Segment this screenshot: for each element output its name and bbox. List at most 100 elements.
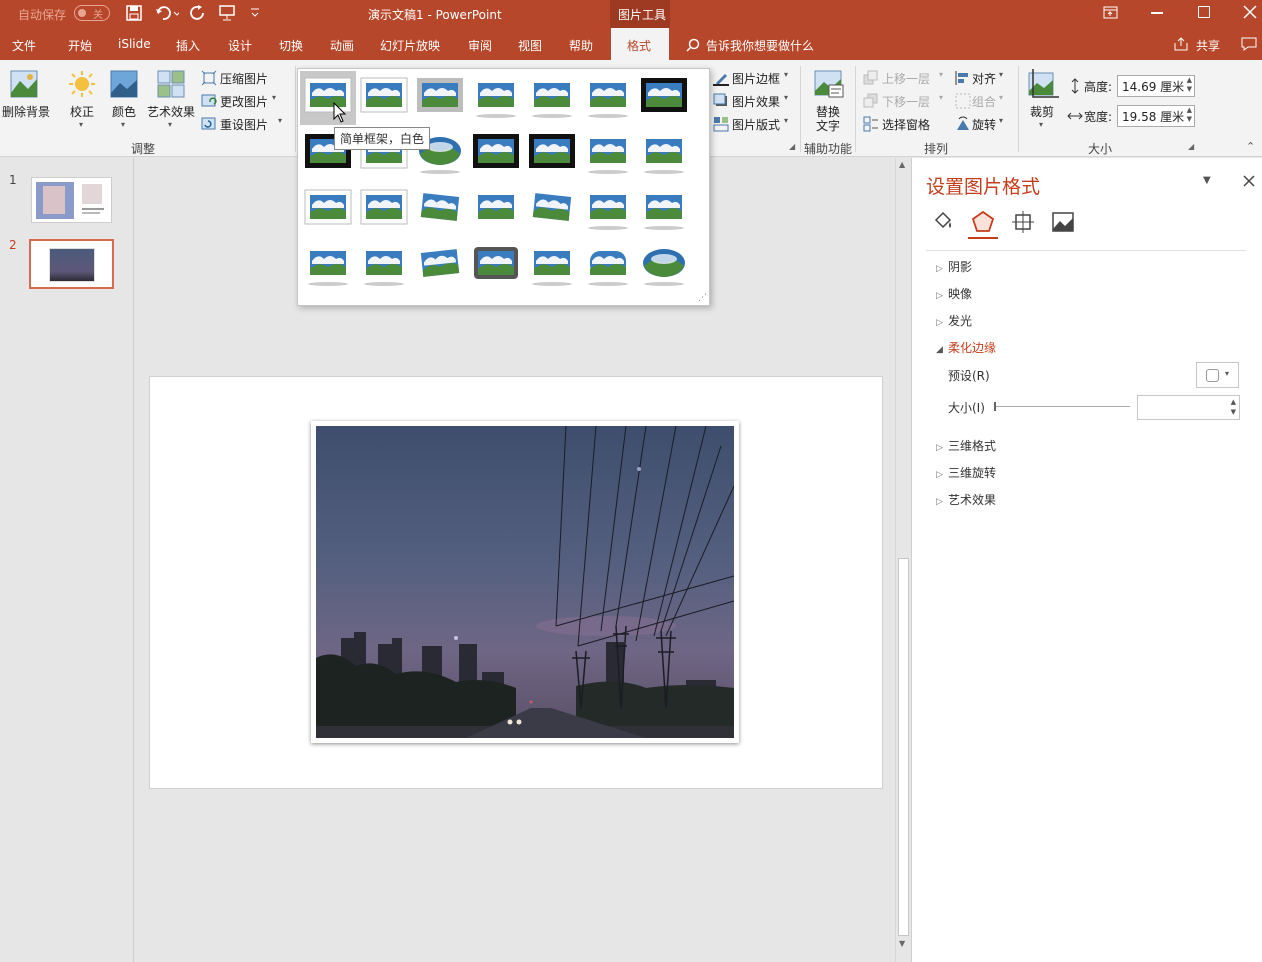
change-picture-button[interactable]: 更改图片 ▾ (201, 92, 291, 110)
corrections-dropdown-icon[interactable]: ▾ (79, 120, 83, 129)
tab-review[interactable]: 审阅 (468, 37, 492, 54)
customize-qat-icon[interactable] (250, 7, 260, 19)
color-button[interactable] (109, 69, 139, 101)
height-input[interactable]: 14.69 厘米 ▲ ▼ (1117, 75, 1195, 97)
undo-icon[interactable] (155, 5, 181, 21)
picture-style-option[interactable] (527, 186, 577, 232)
remove-background-button[interactable] (8, 69, 42, 101)
section-soft-edges[interactable]: ◢ 柔化边缘 (936, 339, 996, 356)
slide-thumbnail-2[interactable] (29, 239, 114, 289)
send-backward-dropdown-icon[interactable]: ▾ (939, 93, 943, 102)
picture-layout-dropdown-icon[interactable]: ▾ (784, 116, 788, 125)
picture-styles-launcher-icon[interactable]: ◢ (789, 142, 795, 151)
compress-pictures-button[interactable]: 压缩图片 (201, 69, 291, 87)
preset-dropdown[interactable]: ▾ (1196, 362, 1239, 388)
rotate-button[interactable]: 旋转 ▾ (955, 115, 1011, 133)
tab-animations[interactable]: 动画 (330, 37, 354, 54)
picture-style-option[interactable] (527, 130, 577, 176)
share-button[interactable]: 共享 (1196, 37, 1220, 54)
picture-style-option[interactable] (527, 242, 577, 288)
comments-icon[interactable] (1241, 37, 1257, 51)
section-glow[interactable]: ▷ 发光 (936, 312, 972, 329)
picture-style-option[interactable] (639, 242, 689, 288)
maximize-icon[interactable] (1198, 6, 1210, 18)
group-objects-button[interactable]: 组合 ▾ (955, 92, 1011, 110)
effects-tab[interactable] (968, 207, 998, 239)
current-slide[interactable] (149, 376, 883, 789)
picture-style-option[interactable] (303, 186, 353, 232)
size-spinner-icon[interactable]: ▲ ▼ (1231, 397, 1236, 417)
tab-format[interactable]: 格式 (611, 28, 669, 60)
crop-button[interactable] (1025, 69, 1059, 101)
section-reflection[interactable]: ▷ 映像 (936, 285, 972, 302)
align-dropdown-icon[interactable]: ▾ (999, 70, 1003, 79)
picture-tab-icon[interactable] (1051, 210, 1075, 234)
change-picture-dropdown-icon[interactable]: ▾ (272, 93, 276, 102)
slide-thumbnail-1[interactable] (31, 177, 112, 223)
fill-line-icon[interactable] (931, 210, 955, 234)
artistic-effects-button[interactable] (156, 69, 186, 101)
ribbon-display-options-icon[interactable] (1103, 6, 1119, 20)
send-backward-button[interactable]: 下移一层 ▾ (863, 92, 951, 110)
picture-style-option[interactable] (527, 74, 577, 120)
picture-style-option[interactable] (303, 242, 353, 288)
rotate-dropdown-icon[interactable]: ▾ (999, 116, 1003, 125)
tab-help[interactable]: 帮助 (569, 37, 593, 54)
picture-style-option[interactable] (471, 74, 521, 120)
scroll-down-icon[interactable]: ▼ (899, 939, 905, 948)
section-3d-format[interactable]: ▷ 三维格式 (936, 437, 996, 454)
picture-style-option[interactable] (415, 186, 465, 232)
tab-insert[interactable]: 插入 (176, 37, 200, 54)
picture-border-dropdown-icon[interactable]: ▾ (784, 70, 788, 79)
picture-style-option[interactable] (471, 130, 521, 176)
artistic-effects-dropdown-icon[interactable]: ▾ (168, 120, 172, 129)
bring-forward-button[interactable]: 上移一层 ▾ (863, 69, 951, 87)
scroll-thumb[interactable] (898, 558, 909, 936)
picture-border-button[interactable]: 图片边框 ▾ (713, 69, 793, 87)
pane-options-icon[interactable]: ▼ (1203, 175, 1211, 186)
size-slider-thumb[interactable] (994, 402, 996, 411)
picture-effects-button[interactable]: 图片效果 ▾ (713, 92, 793, 110)
minimize-icon[interactable] (1151, 12, 1163, 14)
tab-home[interactable]: 开始 (68, 37, 92, 54)
size-slider-track[interactable] (994, 406, 1130, 407)
tab-file[interactable]: 文件 (12, 37, 36, 54)
picture-style-option[interactable] (639, 74, 689, 120)
gallery-resize-grip-icon[interactable]: ⋰ (698, 293, 707, 303)
redo-icon[interactable] (190, 5, 206, 21)
tell-me-box[interactable]: 告诉我你想要做什么 (706, 37, 814, 54)
tab-slideshow[interactable]: 幻灯片放映 (380, 37, 440, 54)
picture-style-option[interactable] (583, 242, 633, 288)
color-dropdown-icon[interactable]: ▾ (121, 120, 125, 129)
tab-islide[interactable]: iSlide (118, 37, 151, 51)
section-3d-rotation[interactable]: ▷ 三维旋转 (936, 464, 996, 481)
picture-frame[interactable] (311, 421, 739, 743)
picture-style-option[interactable] (583, 186, 633, 232)
width-input[interactable]: 19.58 厘米 ▲ ▼ (1117, 105, 1195, 127)
vertical-scrollbar[interactable]: ▲ ▼ (895, 158, 911, 962)
picture-style-option[interactable] (639, 186, 689, 232)
reset-picture-button[interactable]: 重设图片 ▾ (201, 115, 291, 133)
tab-view[interactable]: 视图 (518, 37, 542, 54)
save-icon[interactable] (126, 5, 142, 21)
picture-effects-dropdown-icon[interactable]: ▾ (784, 93, 788, 102)
picture-style-option[interactable] (359, 242, 409, 288)
pane-close-icon[interactable] (1243, 175, 1255, 187)
picture-style-option[interactable] (583, 74, 633, 120)
picture-style-option[interactable] (471, 242, 521, 288)
autosave-toggle[interactable]: 关 (74, 5, 110, 21)
picture-style-option[interactable] (359, 74, 409, 120)
picture-style-option[interactable] (359, 186, 409, 232)
tab-design[interactable]: 设计 (228, 37, 252, 54)
alt-text-button[interactable] (813, 69, 845, 101)
picture-style-option[interactable] (415, 74, 465, 120)
close-icon[interactable] (1243, 5, 1257, 19)
picture-style-option[interactable] (471, 186, 521, 232)
width-spinner-icon[interactable]: ▲ ▼ (1187, 106, 1192, 124)
align-button[interactable]: 对齐 ▾ (955, 69, 1011, 87)
night-city-photo[interactable] (316, 426, 734, 738)
size-input[interactable]: ▲ ▼ (1137, 395, 1240, 420)
height-spinner-icon[interactable]: ▲ ▼ (1187, 76, 1192, 94)
reset-picture-dropdown-icon[interactable]: ▾ (278, 116, 282, 125)
section-shadow[interactable]: ▷ 阴影 (936, 258, 972, 275)
